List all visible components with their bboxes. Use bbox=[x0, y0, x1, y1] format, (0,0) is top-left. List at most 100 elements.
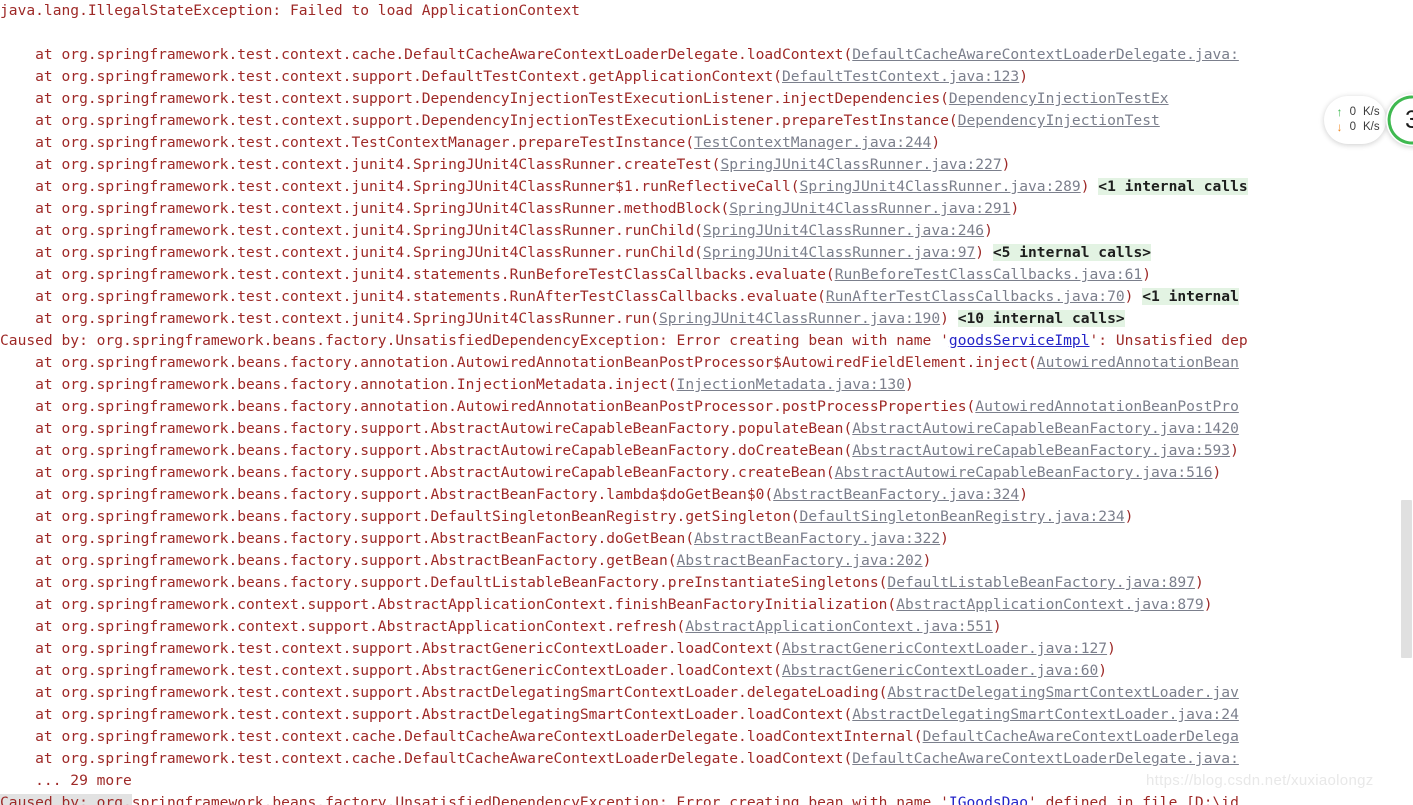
stack-frame-text: ) bbox=[1080, 178, 1099, 195]
console-line-frame: at org.springframework.test.context.supp… bbox=[0, 638, 1413, 660]
console-line-frame: at org.springframework.test.context.juni… bbox=[0, 308, 1413, 330]
source-file-link[interactable]: SpringJUnit4ClassRunner.java:190 bbox=[659, 310, 940, 327]
console-line-frame: at org.springframework.test.context.juni… bbox=[0, 154, 1413, 176]
console-line-frame: at org.springframework.test.context.juni… bbox=[0, 286, 1413, 308]
source-file-link[interactable]: SpringJUnit4ClassRunner.java:246 bbox=[703, 222, 984, 239]
source-file-link[interactable]: SpringJUnit4ClassRunner.java:97 bbox=[703, 244, 975, 261]
stack-frame-text: at org.springframework.test.context.cach… bbox=[0, 46, 853, 63]
source-file-link[interactable]: AbstractDelegatingSmartContextLoader.jav… bbox=[852, 706, 1239, 723]
source-file-link[interactable]: AbstractBeanFactory.java:202 bbox=[677, 552, 923, 569]
stack-frame-text: ) bbox=[940, 310, 958, 327]
stack-frame-text: ) bbox=[1001, 156, 1011, 173]
source-file-link[interactable]: InjectionMetadata.java:130 bbox=[677, 376, 905, 393]
stack-frame-text: at org.springframework.beans.factory.ann… bbox=[0, 354, 1037, 371]
stack-frame-text: at org.springframework.beans.factory.ann… bbox=[0, 398, 976, 415]
stack-frame-text: ) bbox=[931, 134, 941, 151]
source-file-link[interactable]: AbstractAutowireCapableBeanFactory.java:… bbox=[852, 420, 1239, 437]
stack-frame-text: ) bbox=[1019, 486, 1028, 503]
console-line-caused-by: Caused by: org.springframework.beans.fac… bbox=[0, 330, 1413, 352]
source-file-link[interactable]: AbstractAutowireCapableBeanFactory.java:… bbox=[835, 464, 1213, 481]
stack-frame-text: at org.springframework.beans.factory.ann… bbox=[0, 376, 677, 393]
console-line-frame: at org.springframework.beans.factory.sup… bbox=[0, 440, 1413, 462]
stack-frame-text: at org.springframework.beans.factory.sup… bbox=[0, 530, 695, 547]
network-speed-rows: ↑ 0 K/s ↓ 0 K/s bbox=[1334, 106, 1380, 134]
console-line-frame: at org.springframework.test.context.supp… bbox=[0, 66, 1413, 88]
circular-gauge-widget[interactable]: 3 bbox=[1386, 94, 1413, 146]
console-output-panel[interactable]: java.lang.IllegalStateException: Failed … bbox=[0, 0, 1413, 805]
source-file-link[interactable]: RunAfterTestClassCallbacks.java:70 bbox=[826, 288, 1125, 305]
stack-frame-text: at org.springframework.test.context.juni… bbox=[0, 178, 800, 195]
source-file-link[interactable]: SpringJUnit4ClassRunner.java:289 bbox=[800, 178, 1081, 195]
stack-frame-text: at org.springframework.test.context.juni… bbox=[0, 288, 826, 305]
source-file-link[interactable]: RunBeforeTestClassCallbacks.java:61 bbox=[835, 266, 1143, 283]
source-file-link[interactable]: DefaultListableBeanFactory.java:897 bbox=[887, 574, 1195, 591]
network-download-row: ↓ 0 K/s bbox=[1334, 121, 1380, 134]
stack-frame-text: at org.springframework.beans.factory.sup… bbox=[0, 420, 853, 437]
console-line-frame: at org.springframework.test.context.supp… bbox=[0, 660, 1413, 682]
stack-frame-text: at org.springframework.test.context.juni… bbox=[0, 244, 703, 261]
internal-calls-fold[interactable]: <10 internal calls> bbox=[957, 310, 1125, 327]
console-line-frame: at org.springframework.test.context.juni… bbox=[0, 198, 1413, 220]
source-file-link[interactable]: AbstractApplicationContext.java:551 bbox=[685, 618, 993, 635]
source-file-link[interactable]: AbstractGenericContextLoader.java:60 bbox=[782, 662, 1098, 679]
stack-frame-text: at org.springframework.test.context.juni… bbox=[0, 222, 703, 239]
console-line-frame: at org.springframework.context.support.A… bbox=[0, 594, 1413, 616]
stack-frame-text: ... 29 more bbox=[0, 772, 132, 789]
source-file-link[interactable]: AbstractBeanFactory.java:322 bbox=[694, 530, 940, 547]
source-file-link[interactable]: DefaultTestContext.java:123 bbox=[782, 68, 1019, 85]
stack-frame-text: at org.springframework.beans.factory.sup… bbox=[0, 574, 888, 591]
stack-frame-text: at org.springframework.test.context.supp… bbox=[0, 640, 782, 657]
source-file-link[interactable]: TestContextManager.java:244 bbox=[694, 134, 931, 151]
stack-frame-text: ) bbox=[1010, 200, 1020, 217]
source-file-link[interactable]: AbstractBeanFactory.java:324 bbox=[773, 486, 1019, 503]
source-file-link[interactable]: SpringJUnit4ClassRunner.java:227 bbox=[720, 156, 1001, 173]
stack-frame-text: at org.springframework.test.context.supp… bbox=[0, 706, 853, 723]
stack-frame-text: at org.springframework.test.context.juni… bbox=[0, 266, 835, 283]
console-line-frame: at org.springframework.beans.factory.sup… bbox=[0, 528, 1413, 550]
stack-frame-text: at org.springframework.test.context.supp… bbox=[0, 684, 888, 701]
source-file-link[interactable]: AutowiredAnnotationBean bbox=[1037, 354, 1239, 371]
stack-frame-text: at org.springframework.test.context.juni… bbox=[0, 156, 721, 173]
console-line-frame: at org.springframework.beans.factory.sup… bbox=[0, 462, 1413, 484]
source-file-link[interactable]: DefaultCacheAwareContextLoaderDelegate.j… bbox=[852, 46, 1239, 63]
console-line-frame: at org.springframework.beans.factory.sup… bbox=[0, 418, 1413, 440]
network-speed-widget[interactable]: ↑ 0 K/s ↓ 0 K/s bbox=[1324, 96, 1386, 144]
internal-calls-fold[interactable]: <1 internal bbox=[1142, 288, 1239, 305]
source-file-link[interactable]: DefaultSingletonBeanRegistry.java:234 bbox=[800, 508, 1125, 525]
bean-name-link[interactable]: goodsServiceImpl bbox=[949, 332, 1090, 349]
source-file-link[interactable]: DefaultCacheAwareContextLoaderDelega bbox=[923, 728, 1239, 745]
stack-frame-text: at org.springframework.test.context.cach… bbox=[0, 750, 853, 767]
source-file-link[interactable]: SpringJUnit4ClassRunner.java:291 bbox=[729, 200, 1010, 217]
console-line-frame: at org.springframework.beans.factory.ann… bbox=[0, 396, 1413, 418]
internal-calls-fold[interactable]: <5 internal calls> bbox=[992, 244, 1152, 261]
source-file-link[interactable]: DependencyInjectionTest bbox=[958, 112, 1160, 129]
source-file-link[interactable]: AutowiredAnnotationBeanPostPro bbox=[975, 398, 1239, 415]
stack-frame-text: java.lang.IllegalStateException: Failed … bbox=[0, 2, 580, 19]
stack-frame-text: ) bbox=[975, 244, 993, 261]
stack-frame-text: ) bbox=[1203, 596, 1213, 613]
console-line-frame: at org.springframework.test.context.juni… bbox=[0, 176, 1413, 198]
console-line-more: ... 29 more bbox=[0, 770, 1413, 792]
source-file-link[interactable]: DependencyInjectionTestEx bbox=[949, 90, 1169, 107]
console-line-frame: at org.springframework.test.context.cach… bbox=[0, 726, 1413, 748]
source-file-link[interactable]: DefaultCacheAwareContextLoaderDelegate.j… bbox=[852, 750, 1239, 767]
console-line-caused-by: Caused by: org.springframework.beans.fac… bbox=[0, 792, 1413, 805]
arrow-down-icon: ↓ bbox=[1336, 120, 1343, 134]
source-file-link[interactable]: AbstractAutowireCapableBeanFactory.java:… bbox=[852, 442, 1230, 459]
console-line-frame: at org.springframework.test.context.juni… bbox=[0, 220, 1413, 242]
bean-name-link[interactable]: IGoodsDao bbox=[949, 794, 1028, 805]
stack-frame-text: Caused by: org.springframework.beans.fac… bbox=[0, 332, 949, 349]
source-file-link[interactable]: AbstractApplicationContext.java:879 bbox=[896, 596, 1204, 613]
console-line-frame: at org.springframework.test.context.supp… bbox=[0, 704, 1413, 726]
stack-frame-text: at org.springframework.beans.factory.sup… bbox=[0, 442, 853, 459]
stack-frame-text: ) bbox=[1107, 640, 1116, 657]
selected-text: Caused by: org. bbox=[0, 794, 132, 805]
stack-frame-text: ) bbox=[1098, 662, 1108, 679]
console-line-frame: at org.springframework.test.context.cach… bbox=[0, 748, 1413, 770]
gauge-value: 3 bbox=[1405, 105, 1413, 134]
vertical-scrollbar-thumb[interactable] bbox=[1401, 500, 1412, 658]
source-file-link[interactable]: AbstractGenericContextLoader.java:127 bbox=[782, 640, 1107, 657]
source-file-link[interactable]: AbstractDelegatingSmartContextLoader.jav bbox=[887, 684, 1238, 701]
console-line-frame: at org.springframework.test.context.cach… bbox=[0, 44, 1413, 66]
internal-calls-fold[interactable]: <1 internal calls bbox=[1098, 178, 1248, 195]
